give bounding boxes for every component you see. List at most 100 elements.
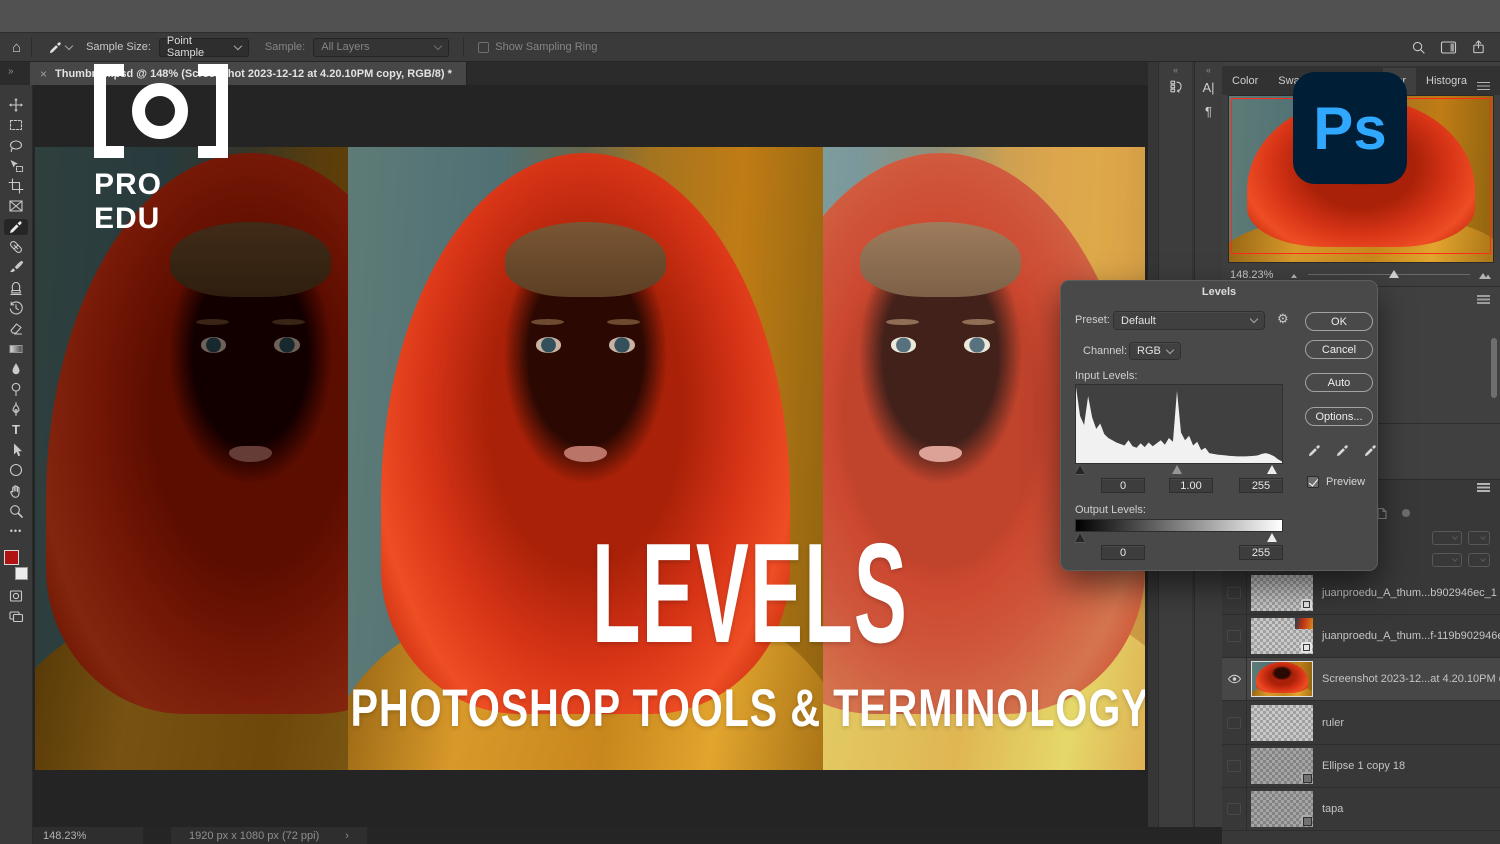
visibility-toggle[interactable]: [1222, 702, 1247, 745]
black-point-eyedropper-icon[interactable]: [1307, 443, 1322, 458]
status-chevron-icon[interactable]: ›: [345, 830, 349, 842]
collapse-panels-icon[interactable]: «: [1195, 62, 1222, 75]
path-selection-tool[interactable]: [4, 442, 28, 458]
input-shadow-field[interactable]: 0: [1101, 478, 1145, 493]
eyedropper-tool[interactable]: [4, 219, 28, 235]
white-point-eyedropper-icon[interactable]: [1363, 443, 1378, 458]
brush-tool[interactable]: [4, 259, 28, 275]
character-panel-icon[interactable]: A|: [1195, 75, 1222, 99]
layer-name[interactable]: juanproedu_A_thum...b902946ec_1 copy: [1322, 587, 1500, 599]
history-brush-tool[interactable]: [4, 300, 28, 316]
dodge-tool[interactable]: [4, 381, 28, 397]
panel-menu-icon[interactable]: [1477, 483, 1490, 485]
output-highlight-slider[interactable]: [1267, 533, 1277, 542]
history-panel-icon[interactable]: [1159, 75, 1192, 99]
layer-row[interactable]: juanproedu_A_thum...f-119b902946ec_1: [1222, 615, 1500, 658]
layer-thumbnail[interactable]: [1251, 618, 1313, 654]
output-shadow-field[interactable]: 0: [1101, 545, 1145, 560]
layer-thumbnail[interactable]: [1251, 748, 1313, 784]
layer-name[interactable]: ruler: [1322, 717, 1344, 729]
input-midtone-slider[interactable]: [1172, 465, 1182, 474]
screen-mode-button[interactable]: [4, 608, 28, 624]
panel-menu-icon[interactable]: [1477, 295, 1490, 297]
hand-tool[interactable]: [4, 483, 28, 499]
output-shadow-slider[interactable]: [1075, 533, 1085, 542]
home-icon[interactable]: ⌂: [12, 39, 21, 56]
ok-button[interactable]: OK: [1305, 312, 1373, 331]
tab-overflow-icon[interactable]: »: [8, 66, 13, 77]
blur-tool[interactable]: [4, 361, 28, 377]
gradient-tool[interactable]: [4, 341, 28, 357]
layer-row-selected[interactable]: Screenshot 2023-12...at 4.20.10PM copy: [1222, 658, 1500, 701]
input-highlight-field[interactable]: 255: [1239, 478, 1283, 493]
visibility-toggle[interactable]: [1222, 615, 1247, 658]
marquee-tool[interactable]: [4, 117, 28, 133]
paragraph-panel-icon[interactable]: ¶: [1195, 99, 1222, 123]
input-shadow-slider[interactable]: [1075, 465, 1085, 474]
share-icon[interactable]: [1471, 39, 1486, 55]
search-icon[interactable]: [1411, 40, 1426, 55]
layer-name[interactable]: Screenshot 2023-12...at 4.20.10PM copy: [1322, 673, 1500, 685]
sample-size-dropdown[interactable]: Point Sample: [159, 38, 249, 57]
edit-toolbar-icon[interactable]: •••: [4, 523, 28, 539]
panel-menu-icon[interactable]: [1477, 82, 1490, 84]
layer-row[interactable]: Ellipse 1 copy 18: [1222, 745, 1500, 788]
layer-name[interactable]: tapa: [1322, 803, 1343, 815]
navigator-zoom-slider[interactable]: [1308, 274, 1470, 275]
layer-row[interactable]: tapa: [1222, 788, 1500, 831]
status-zoom-field[interactable]: 148.23%: [33, 827, 143, 844]
layer-name[interactable]: Ellipse 1 copy 18: [1322, 760, 1405, 772]
object-selection-tool[interactable]: [4, 158, 28, 174]
zoom-tool[interactable]: [4, 503, 28, 519]
auto-button[interactable]: Auto: [1305, 373, 1373, 392]
navigator-zoom-field[interactable]: 148.23%: [1230, 269, 1282, 281]
output-highlight-field[interactable]: 255: [1239, 545, 1283, 560]
channel-dropdown[interactable]: RGB: [1129, 342, 1181, 360]
clone-stamp-tool[interactable]: [4, 280, 28, 296]
panel-scrollbar[interactable]: [1491, 338, 1497, 398]
preview-checkbox[interactable]: [1307, 476, 1319, 488]
tab-histogram[interactable]: Histogra: [1416, 68, 1477, 95]
zoom-slider-thumb[interactable]: [1389, 270, 1399, 278]
background-color-swatch[interactable]: [15, 567, 28, 580]
layer-thumbnail[interactable]: [1251, 575, 1313, 611]
color-swatches[interactable]: [4, 550, 28, 580]
quick-mask-button[interactable]: [4, 588, 28, 604]
layer-thumbnail[interactable]: [1251, 791, 1313, 827]
layer-name[interactable]: juanproedu_A_thum...f-119b902946ec_1: [1322, 630, 1500, 642]
zoom-out-icon[interactable]: [1290, 270, 1300, 280]
visibility-toggle[interactable]: [1222, 572, 1247, 615]
shape-tool[interactable]: [4, 462, 28, 478]
document-canvas[interactable]: LEVELS PHOTOSHOP TOOLS & TERMINOLOGY: [35, 147, 1145, 770]
cancel-button[interactable]: Cancel: [1305, 340, 1373, 359]
visibility-toggle[interactable]: [1222, 745, 1247, 788]
layer-thumbnail[interactable]: [1251, 705, 1313, 741]
layer-thumbnail[interactable]: [1251, 661, 1313, 697]
options-button[interactable]: Options...: [1305, 407, 1373, 426]
pen-tool[interactable]: [4, 401, 28, 417]
lasso-tool[interactable]: [4, 138, 28, 154]
type-tool[interactable]: T: [4, 422, 28, 438]
layer-row[interactable]: juanproedu_A_thum...b902946ec_1 copy: [1222, 572, 1500, 615]
tab-color[interactable]: Color: [1222, 68, 1268, 95]
eyedropper-tool-preset[interactable]: [48, 40, 72, 55]
foreground-color-swatch[interactable]: [4, 550, 19, 565]
close-tab-icon[interactable]: ×: [40, 67, 47, 81]
eraser-tool[interactable]: [4, 320, 28, 336]
move-tool[interactable]: [4, 97, 28, 113]
visibility-toggle[interactable]: [1222, 788, 1247, 831]
visibility-toggle[interactable]: [1222, 658, 1247, 701]
input-gamma-field[interactable]: 1.00: [1169, 478, 1213, 493]
preset-options-gear-icon[interactable]: ⚙: [1277, 311, 1289, 327]
workspace-icon[interactable]: [1440, 40, 1457, 55]
gray-point-eyedropper-icon[interactable]: [1335, 443, 1350, 458]
input-highlight-slider[interactable]: [1267, 465, 1277, 474]
zoom-in-icon[interactable]: [1478, 269, 1492, 281]
collapse-panels-icon[interactable]: «: [1159, 62, 1192, 75]
preview-control[interactable]: Preview: [1307, 476, 1365, 488]
layer-row[interactable]: ruler: [1222, 702, 1500, 745]
crop-tool[interactable]: [4, 178, 28, 194]
healing-brush-tool[interactable]: [4, 239, 28, 255]
preset-dropdown[interactable]: Default: [1113, 311, 1265, 330]
eye-icon[interactable]: [1227, 673, 1242, 685]
